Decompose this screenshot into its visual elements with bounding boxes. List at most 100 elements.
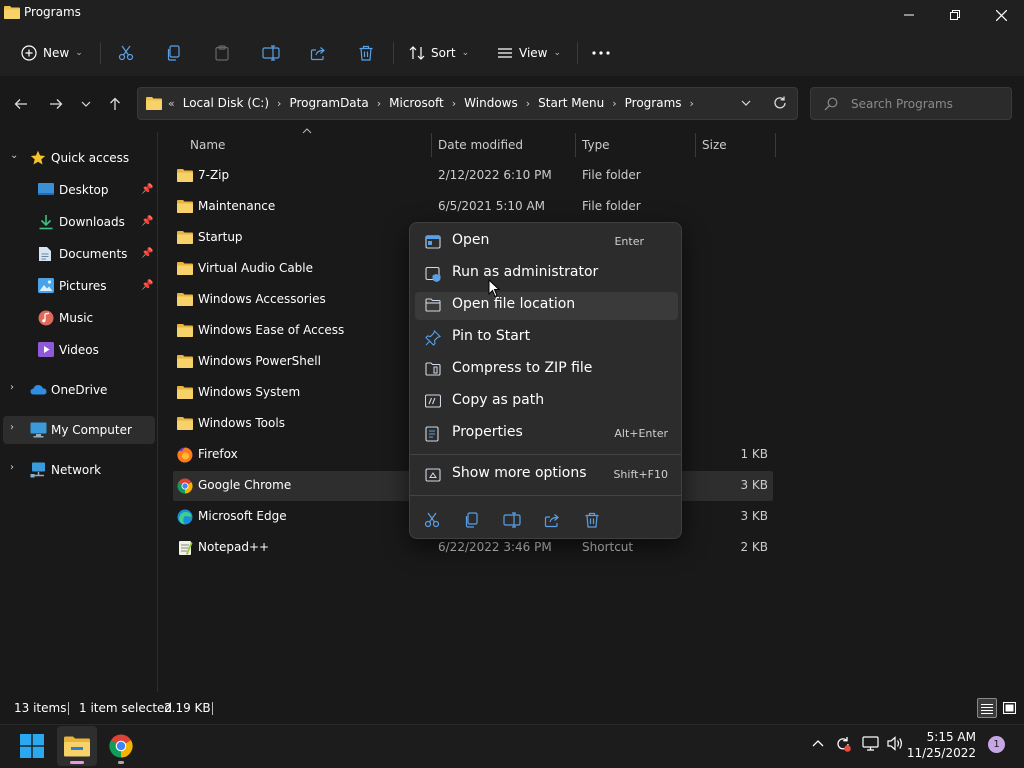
window-title: Programs bbox=[24, 5, 81, 19]
chevron-right-icon[interactable]: › bbox=[526, 97, 530, 110]
sidebar-item-my-computer[interactable]: › My Computer bbox=[3, 416, 155, 444]
search-box[interactable]: Search Programs bbox=[810, 87, 1012, 120]
copy-button[interactable] bbox=[160, 38, 188, 68]
menu-share-button[interactable] bbox=[538, 506, 566, 534]
sidebar-item-quick-access[interactable]: ⌄ Quick access bbox=[0, 144, 156, 172]
menu-item-compress-to-zip[interactable]: Compress to ZIP file bbox=[415, 356, 678, 384]
address-history-button[interactable] bbox=[741, 100, 751, 106]
menu-cut-button[interactable] bbox=[418, 506, 446, 534]
network-status-icon[interactable] bbox=[862, 736, 879, 751]
menu-item-run-as-administrator[interactable]: Run as administrator bbox=[415, 260, 678, 288]
folder-icon bbox=[177, 168, 193, 182]
sidebar-item-desktop[interactable]: Desktop 📌 bbox=[0, 176, 156, 204]
chevron-down-icon[interactable]: ⌄ bbox=[10, 150, 18, 161]
chevron-right-icon[interactable]: › bbox=[377, 97, 381, 110]
menu-copy-button[interactable] bbox=[458, 506, 486, 534]
sidebar-item-music[interactable]: Music bbox=[0, 304, 156, 332]
refresh-button[interactable] bbox=[773, 96, 787, 110]
minimize-button[interactable] bbox=[886, 0, 932, 30]
clock-time[interactable]: 5:15 AM bbox=[927, 730, 976, 744]
thumbnail-view-icon bbox=[1002, 702, 1016, 714]
sort-label: Sort bbox=[431, 46, 456, 60]
mouse-cursor-icon bbox=[488, 279, 500, 298]
cut-button[interactable] bbox=[112, 38, 140, 68]
chevron-right-icon[interactable]: › bbox=[10, 382, 14, 393]
column-divider[interactable] bbox=[431, 133, 432, 157]
menu-delete-button[interactable] bbox=[578, 506, 606, 534]
paste-button[interactable] bbox=[208, 38, 236, 68]
recent-locations-button[interactable] bbox=[74, 92, 98, 116]
taskbar-google-chrome[interactable] bbox=[101, 726, 141, 766]
menu-item-show-more-options[interactable]: Show more options Shift+F10 bbox=[415, 461, 678, 489]
rename-button[interactable] bbox=[256, 38, 286, 68]
minimize-icon bbox=[904, 14, 914, 16]
back-button[interactable] bbox=[9, 92, 33, 116]
share-button[interactable] bbox=[304, 38, 332, 68]
overflow-chevron-icon[interactable]: « bbox=[168, 97, 175, 110]
delete-button[interactable] bbox=[352, 38, 380, 68]
breadcrumb-local-disk[interactable]: Local Disk (C:) bbox=[183, 96, 269, 110]
table-row[interactable]: Maintenance 6/5/2021 5:10 AM File folder bbox=[173, 192, 773, 222]
sidebar-item-videos[interactable]: Videos bbox=[0, 336, 156, 364]
column-divider[interactable] bbox=[775, 133, 776, 157]
column-header-date[interactable]: Date modified bbox=[438, 138, 523, 152]
address-bar[interactable]: « Local Disk (C:) › ProgramData › Micros… bbox=[137, 87, 798, 120]
close-button[interactable] bbox=[978, 0, 1024, 30]
breadcrumb-programs[interactable]: Programs bbox=[625, 96, 682, 110]
maximize-button[interactable] bbox=[932, 0, 978, 30]
menu-item-properties[interactable]: Properties Alt+Enter bbox=[415, 420, 678, 448]
clock-date[interactable]: 11/25/2022 bbox=[907, 746, 976, 760]
show-hidden-icons-button[interactable] bbox=[812, 739, 824, 747]
share-icon bbox=[544, 514, 559, 528]
sidebar-item-downloads[interactable]: Downloads 📌 bbox=[0, 208, 156, 236]
notification-badge[interactable]: 1 bbox=[988, 736, 1005, 753]
chevron-right-icon[interactable]: › bbox=[452, 97, 456, 110]
folder-icon bbox=[146, 96, 162, 110]
menu-item-open[interactable]: Open Enter bbox=[415, 228, 678, 256]
new-button[interactable]: New ⌄ bbox=[15, 38, 89, 68]
sort-button[interactable]: Sort ⌄ bbox=[403, 38, 475, 68]
sync-status-icon[interactable] bbox=[835, 736, 852, 752]
breadcrumb-windows[interactable]: Windows bbox=[464, 96, 518, 110]
sidebar-item-network[interactable]: › Network bbox=[0, 456, 156, 484]
up-button[interactable] bbox=[103, 92, 127, 116]
sidebar-item-onedrive[interactable]: › OneDrive bbox=[0, 376, 156, 404]
menu-item-pin-to-start[interactable]: Pin to Start bbox=[415, 324, 678, 352]
column-divider[interactable] bbox=[575, 133, 576, 157]
view-button[interactable]: View ⌄ bbox=[491, 38, 567, 68]
menu-shortcut: Enter bbox=[614, 235, 644, 248]
arrow-left-icon bbox=[14, 99, 27, 109]
menu-item-open-file-location[interactable]: Open file location bbox=[415, 292, 678, 320]
table-row[interactable]: 7-Zip 2/12/2022 6:10 PM File folder bbox=[173, 161, 773, 191]
file-date: 6/22/2022 3:46 PM bbox=[438, 540, 552, 554]
start-button[interactable] bbox=[12, 726, 52, 766]
taskbar-file-explorer[interactable] bbox=[57, 726, 97, 766]
details-view-button[interactable] bbox=[977, 698, 997, 718]
chevron-right-icon[interactable]: › bbox=[10, 462, 14, 473]
breadcrumb-microsoft[interactable]: Microsoft bbox=[389, 96, 444, 110]
chevron-right-icon[interactable]: › bbox=[10, 422, 14, 433]
more-options-button[interactable] bbox=[586, 38, 616, 68]
volume-icon[interactable] bbox=[887, 736, 904, 751]
folder-icon bbox=[177, 292, 193, 306]
large-icons-view-button[interactable] bbox=[1000, 699, 1018, 717]
sidebar-item-pictures[interactable]: Pictures 📌 bbox=[0, 272, 156, 300]
forward-button[interactable] bbox=[44, 92, 68, 116]
menu-item-copy-as-path[interactable]: Copy as path bbox=[415, 388, 678, 416]
breadcrumb-start-menu[interactable]: Start Menu bbox=[538, 96, 604, 110]
column-divider[interactable] bbox=[695, 133, 696, 157]
column-header-size[interactable]: Size bbox=[702, 138, 727, 152]
item-count: 13 items bbox=[14, 701, 67, 715]
chevron-right-icon[interactable]: › bbox=[612, 97, 616, 110]
breadcrumb-programdata[interactable]: ProgramData bbox=[289, 96, 368, 110]
divider bbox=[577, 42, 578, 64]
chevron-right-icon[interactable]: › bbox=[690, 97, 694, 110]
sidebar-item-documents[interactable]: Documents 📌 bbox=[0, 240, 156, 268]
folder-icon bbox=[177, 416, 193, 430]
chevron-right-icon[interactable]: › bbox=[277, 97, 281, 110]
search-input[interactable]: Search Programs bbox=[851, 97, 953, 111]
view-label: View bbox=[519, 46, 548, 60]
column-header-name[interactable]: Name bbox=[190, 138, 225, 152]
menu-rename-button[interactable] bbox=[498, 506, 526, 534]
column-header-type[interactable]: Type bbox=[582, 138, 610, 152]
